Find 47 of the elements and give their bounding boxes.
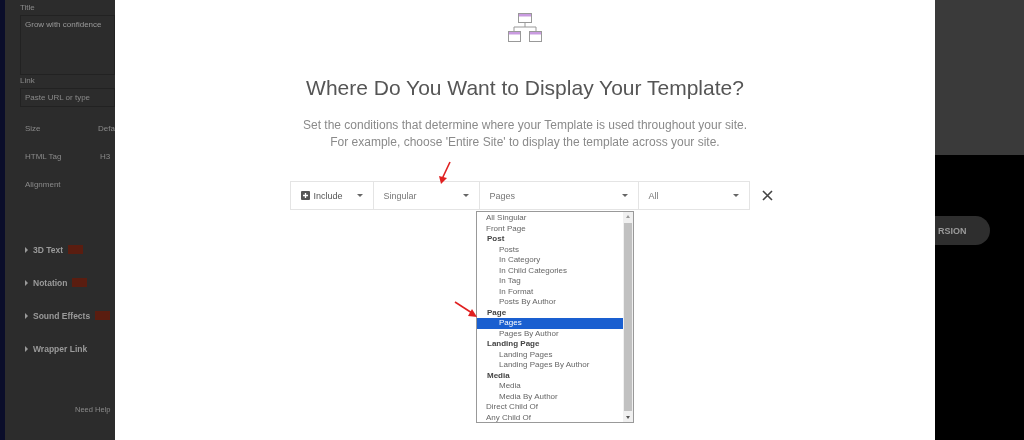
dropdown-option[interactable]: Landing Pages By Author (477, 360, 623, 371)
expand-icon[interactable] (25, 345, 28, 352)
option-group-label: Page (486, 307, 508, 318)
setting-value[interactable]: H3 (100, 151, 111, 161)
setting-label: Alignment (25, 179, 62, 189)
version-button[interactable]: RSION (935, 216, 990, 245)
annotation-arrow (438, 161, 452, 185)
field-label: Title (19, 3, 36, 12)
input-field[interactable]: Paste URL or type (20, 88, 115, 107)
dropdown-option[interactable]: Media By Author (477, 391, 623, 402)
dropdown-option[interactable]: Pages (477, 318, 623, 329)
option-group-label: Landing Page (486, 339, 541, 350)
option-group-label: Post (486, 234, 506, 245)
scrollbar[interactable] (623, 212, 633, 422)
dropdown-option[interactable]: All Singular (477, 213, 623, 224)
dropdown-option[interactable]: In Format (477, 286, 623, 297)
sitemap-icon (508, 12, 542, 43)
expand-icon[interactable] (25, 279, 28, 286)
dropdown-option[interactable]: In Child Categories (477, 265, 623, 276)
dropdown-list[interactable] (476, 211, 634, 423)
dropdown-option[interactable]: Landing Pages (477, 349, 623, 360)
section-title[interactable]: 3D Text (33, 244, 64, 255)
description-text: For example, choose 'Entire Site' to display the template across your site. (329, 134, 721, 151)
setting-value[interactable]: Defa (98, 123, 115, 133)
dropdown-option[interactable]: Pages By Author (477, 328, 623, 339)
dropdown-option[interactable]: Front Page (477, 223, 623, 234)
dropdown-option[interactable]: Posts (477, 244, 623, 255)
dropdown-option[interactable]: Posts By Author (477, 297, 623, 308)
setting-label: Size (25, 123, 42, 133)
section-title[interactable]: Wrapper Link (33, 343, 88, 354)
setting-label: HTML Tag (25, 151, 63, 161)
option-group-label: Media (486, 370, 511, 381)
annotation-arrow (454, 301, 478, 319)
dropdown-option[interactable]: Media (477, 381, 623, 392)
dropdown-option[interactable]: Direct Child Of (477, 402, 623, 413)
section-title[interactable]: Sound Effects (33, 310, 91, 321)
expand-icon[interactable] (25, 246, 28, 253)
field-label: Link (19, 76, 36, 85)
description-text: Set the conditions that determine where your Template is used throughout your site. (302, 117, 747, 134)
expand-icon[interactable] (25, 312, 28, 319)
close-icon[interactable] (761, 190, 773, 201)
dropdown-option[interactable]: Any Child Of (477, 412, 623, 422)
dropdown-option[interactable]: In Category (477, 255, 623, 266)
modal-heading: Where Do You Want to Display Your Template? (306, 76, 744, 100)
input-field[interactable]: Grow with confidence (20, 15, 115, 75)
dropdown-option[interactable]: In Tag (477, 276, 623, 287)
section-title[interactable]: Notation (33, 277, 68, 288)
